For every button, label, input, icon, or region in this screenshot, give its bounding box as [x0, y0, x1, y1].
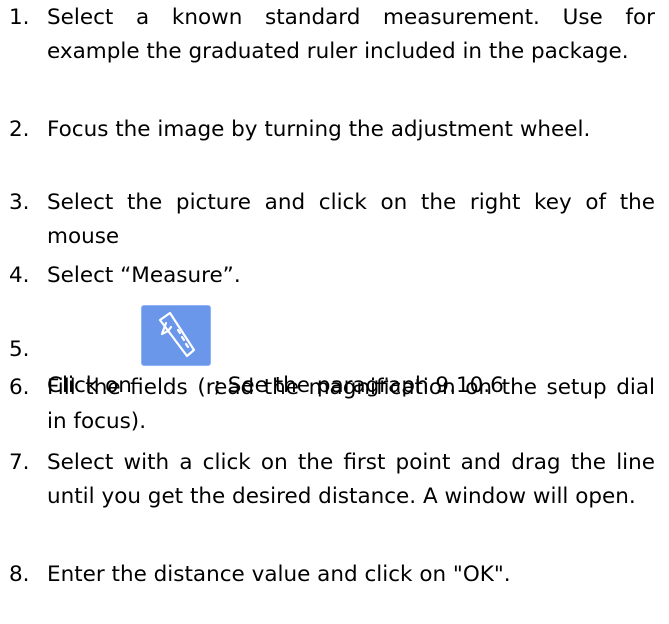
step-number: 1. — [9, 5, 30, 30]
step-text: Select with a click on the first point a… — [47, 450, 655, 509]
step-text: Select “Measure”. — [47, 263, 241, 288]
step-number: 2. — [9, 117, 30, 142]
document-page: 1. Select a known standard measurement. … — [0, 0, 669, 624]
step-text: Fill the fields (read the magnification … — [47, 375, 655, 434]
step-number: 7. — [9, 450, 30, 475]
step-text: Select a known standard measurement. Use… — [47, 5, 655, 64]
caliper-icon — [140, 305, 211, 366]
step-text: Enter the distance value and click on "O… — [47, 562, 511, 587]
step-text: Select the picture and click on the righ… — [47, 190, 655, 249]
step-number: 8. — [9, 562, 30, 587]
step-number: 5. — [9, 337, 30, 362]
step-number: 4. — [9, 263, 30, 288]
step-number: 6. — [9, 375, 30, 400]
step-number: 3. — [9, 190, 30, 215]
step-text: Focus the image by turning the adjustmen… — [47, 117, 591, 142]
